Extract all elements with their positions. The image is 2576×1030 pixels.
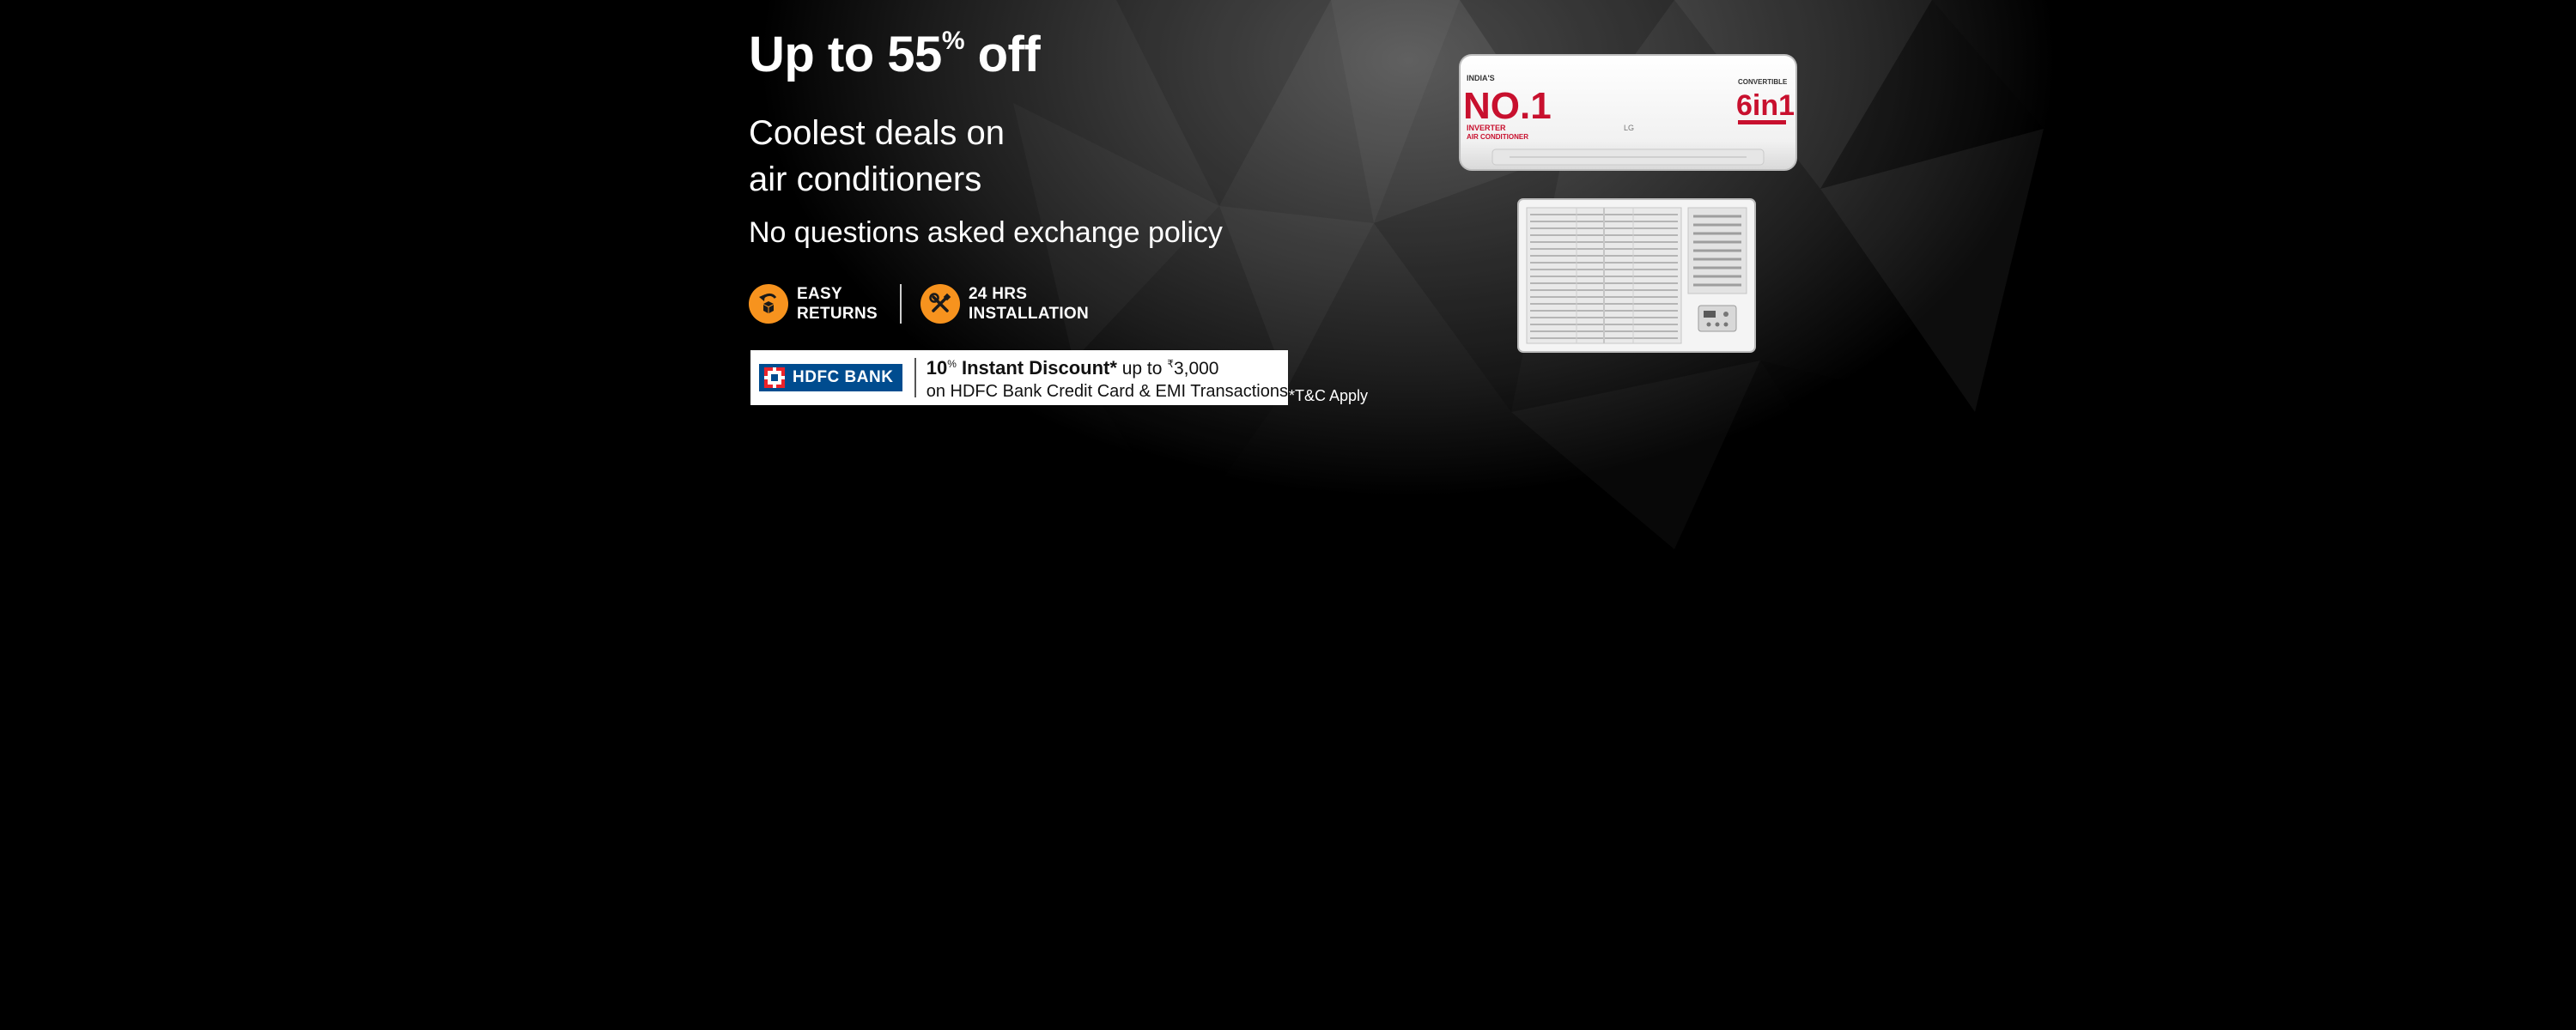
split-ac-image[interactable]: INDIA'S NO.1 INVERTER AIR CONDITIONER CO… — [1458, 53, 1798, 172]
feature-divider — [899, 284, 902, 324]
badge-right-big: 6in1 — [1736, 89, 1795, 122]
tnc-apply-text: *T&C Apply — [1289, 387, 1369, 404]
feature-easy-returns: EASY RETURNS — [749, 284, 878, 324]
bank-offer-text: 10% Instant Discount* up to ₹3,000 on HD… — [927, 353, 1288, 403]
feature-installation-label: 24 HRS INSTALLATION — [968, 285, 1090, 323]
hdfc-bank-logo-mark — [764, 367, 785, 388]
exchange-policy-text: No questions asked exchange policy — [749, 216, 1223, 249]
bank-offer-card[interactable]: HDFC BANK 10% Instant Discount* up to ₹3… — [750, 350, 1288, 405]
tools-icon — [920, 284, 960, 324]
deal-banner[interactable]: Up to 55% off Coolest deals on air condi… — [0, 0, 2576, 1030]
badge-left-bottom2: AIR CONDITIONER — [1467, 133, 1528, 141]
box-return-icon — [749, 284, 788, 324]
feature-easy-returns-label: EASY RETURNS — [797, 285, 878, 323]
subheadline-line2: air conditioners — [749, 161, 982, 198]
subheadline: Coolest deals on air conditioners — [749, 110, 1005, 203]
hdfc-bank-name: HDFC BANK — [793, 368, 894, 386]
ac-brand-logo: LG — [1624, 124, 1634, 132]
hdfc-bank-logo: HDFC BANK — [759, 364, 902, 391]
headline-prefix: Up to 55 — [749, 27, 942, 82]
bank-offer-divider — [914, 358, 916, 397]
subheadline-line1: Coolest deals on — [749, 114, 1005, 152]
badge-left-top: INDIA'S — [1467, 74, 1495, 82]
headline-percent: % — [941, 26, 965, 55]
feature-list: EASY RETURNS 24 HRS INSTALLATION — [749, 282, 1089, 326]
bank-offer-terms: on HDFC Bank Credit Card & EMI Transacti… — [926, 382, 1288, 401]
headline-suffix: off — [964, 27, 1041, 82]
badge-right-top: CONVERTIBLE — [1738, 78, 1788, 86]
badge-left-bottom1: INVERTER — [1467, 124, 1506, 132]
headline: Up to 55% off — [749, 26, 1041, 83]
feature-installation: 24 HRS INSTALLATION — [920, 284, 1089, 324]
bank-offer-discount: 10% Instant Discount* up to ₹3,000 — [926, 357, 1219, 379]
window-ac-image[interactable] — [1516, 197, 1757, 354]
banner-content: Up to 55% off Coolest deals on air condi… — [0, 0, 2576, 1030]
badge-left-big: NO.1 — [1463, 85, 1552, 127]
